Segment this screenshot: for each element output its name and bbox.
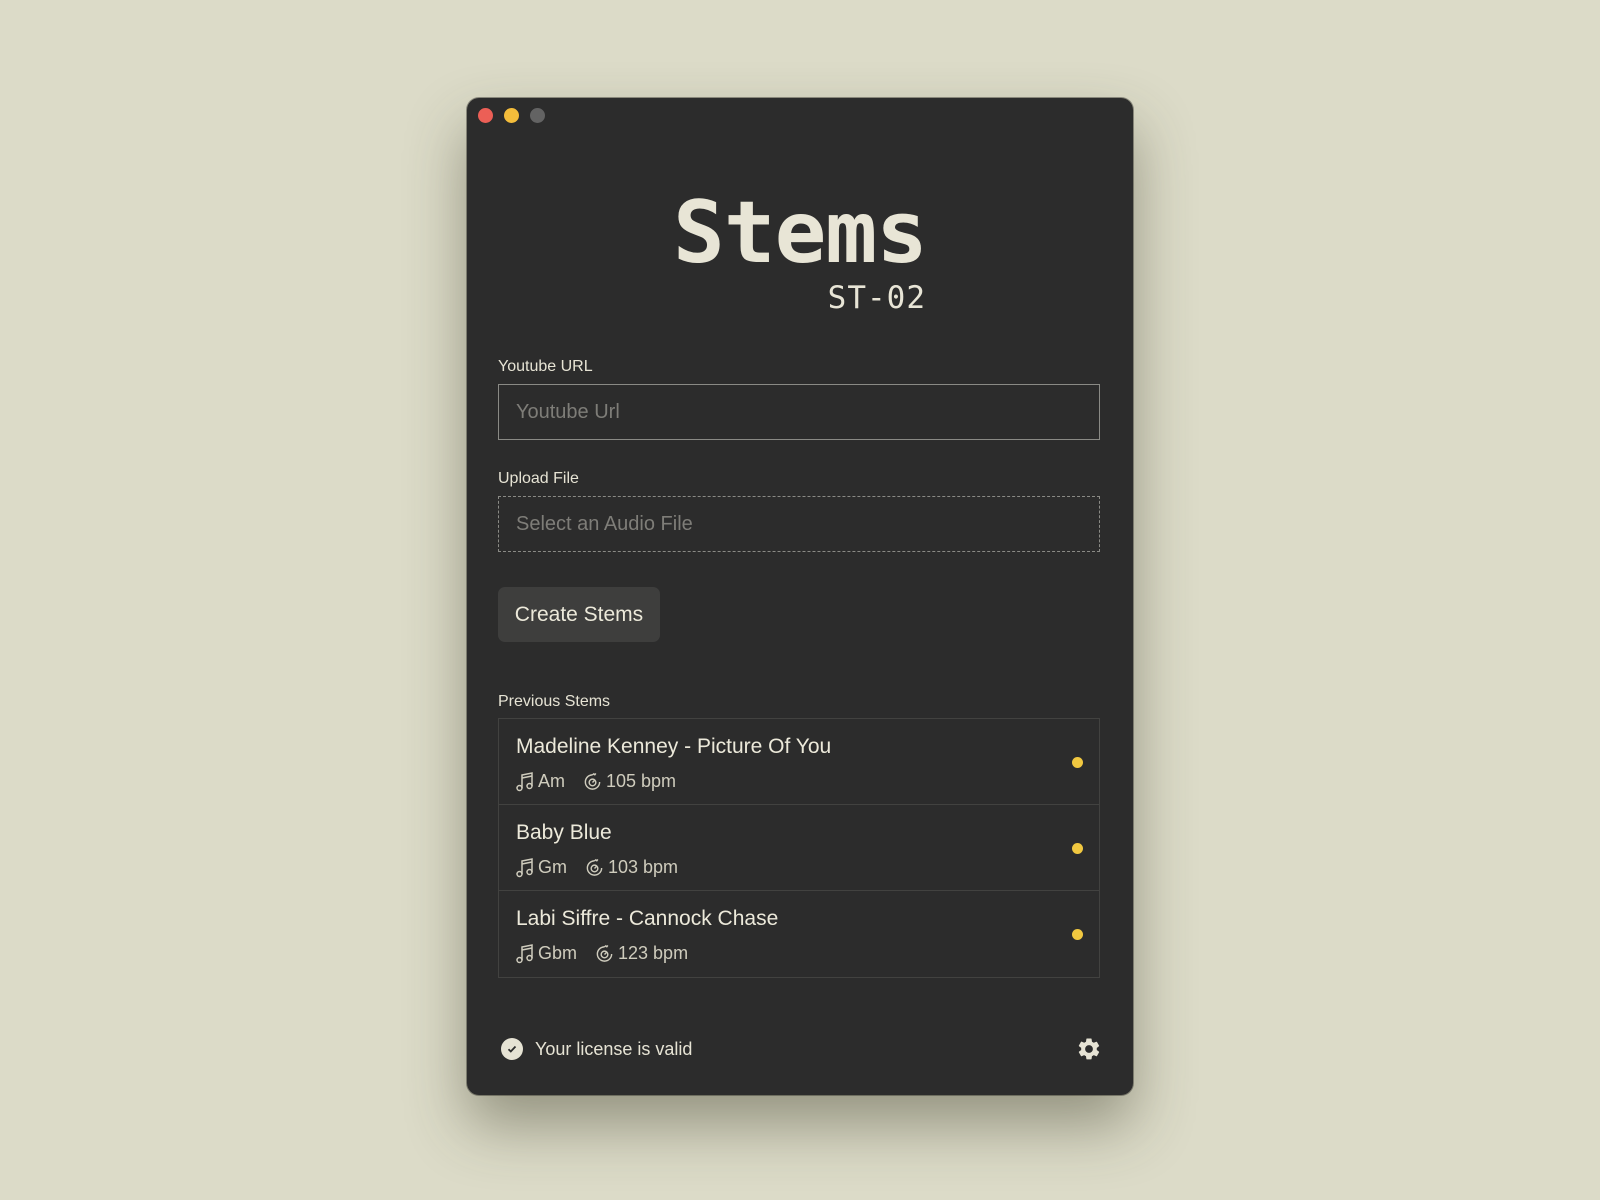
previous-stems-label: Previous Stems xyxy=(498,693,611,710)
upload-file-label: Upload File xyxy=(498,470,579,487)
stem-key: Gm xyxy=(516,857,567,878)
youtube-url-input[interactable] xyxy=(498,384,1100,440)
gear-icon[interactable] xyxy=(1076,1036,1102,1062)
stem-meta: Gm 103 bpm xyxy=(516,857,696,878)
stem-key: Am xyxy=(516,771,565,792)
check-circle-icon xyxy=(501,1038,523,1060)
stem-tempo: 103 bpm xyxy=(585,857,678,878)
stem-title: Labi Siffre - Cannock Chase xyxy=(516,907,779,930)
stem-list-item[interactable]: Madeline Kenney - Picture Of You Am 105 … xyxy=(499,719,1099,805)
stem-key: Gbm xyxy=(516,943,577,964)
create-stems-button[interactable]: Create Stems xyxy=(498,587,660,642)
stem-title: Baby Blue xyxy=(516,821,612,844)
tempo-icon xyxy=(586,858,603,876)
status-dot-icon xyxy=(1072,843,1083,854)
app-window: Stems ST-02 Youtube URL Upload File Sele… xyxy=(467,98,1133,1095)
music-note-icon xyxy=(516,771,533,791)
stem-tempo: 105 bpm xyxy=(583,771,676,792)
stem-meta: Am 105 bpm xyxy=(516,771,694,792)
brand-header: Stems ST-02 xyxy=(467,183,1133,316)
youtube-url-label: Youtube URL xyxy=(498,358,593,375)
status-dot-icon xyxy=(1072,929,1083,940)
stem-bpm-value: 123 bpm xyxy=(618,943,689,963)
stem-key-value: Am xyxy=(538,771,565,791)
previous-stems-list: Madeline Kenney - Picture Of You Am 105 … xyxy=(498,718,1100,978)
stem-meta: Gbm 123 bpm xyxy=(516,943,706,964)
stem-key-value: Gbm xyxy=(538,943,578,963)
stem-list-item[interactable]: Labi Siffre - Cannock Chase Gbm 123 bpm xyxy=(499,891,1099,977)
close-window-button[interactable] xyxy=(478,108,493,123)
maximize-window-button[interactable] xyxy=(530,108,545,123)
stem-bpm-value: 105 bpm xyxy=(606,771,677,791)
music-note-icon xyxy=(516,943,533,963)
window-controls xyxy=(478,108,545,123)
tempo-icon xyxy=(584,772,601,790)
app-title: Stems xyxy=(673,183,928,283)
stem-title: Madeline Kenney - Picture Of You xyxy=(516,735,832,758)
license-status-text: Your license is valid xyxy=(535,1038,693,1059)
stem-tempo: 123 bpm xyxy=(595,943,688,964)
stem-list-item[interactable]: Baby Blue Gm 103 bpm xyxy=(499,805,1099,891)
music-note-icon xyxy=(516,857,533,877)
tempo-icon xyxy=(596,944,613,962)
minimize-window-button[interactable] xyxy=(504,108,519,123)
app-model: ST-02 xyxy=(827,280,926,316)
upload-file-placeholder: Select an Audio File xyxy=(516,512,693,535)
status-dot-icon xyxy=(1072,757,1083,768)
license-status: Your license is valid xyxy=(501,1038,692,1060)
upload-file-dropzone[interactable]: Select an Audio File xyxy=(498,496,1100,552)
stem-key-value: Gm xyxy=(538,857,567,877)
stem-bpm-value: 103 bpm xyxy=(608,857,679,877)
